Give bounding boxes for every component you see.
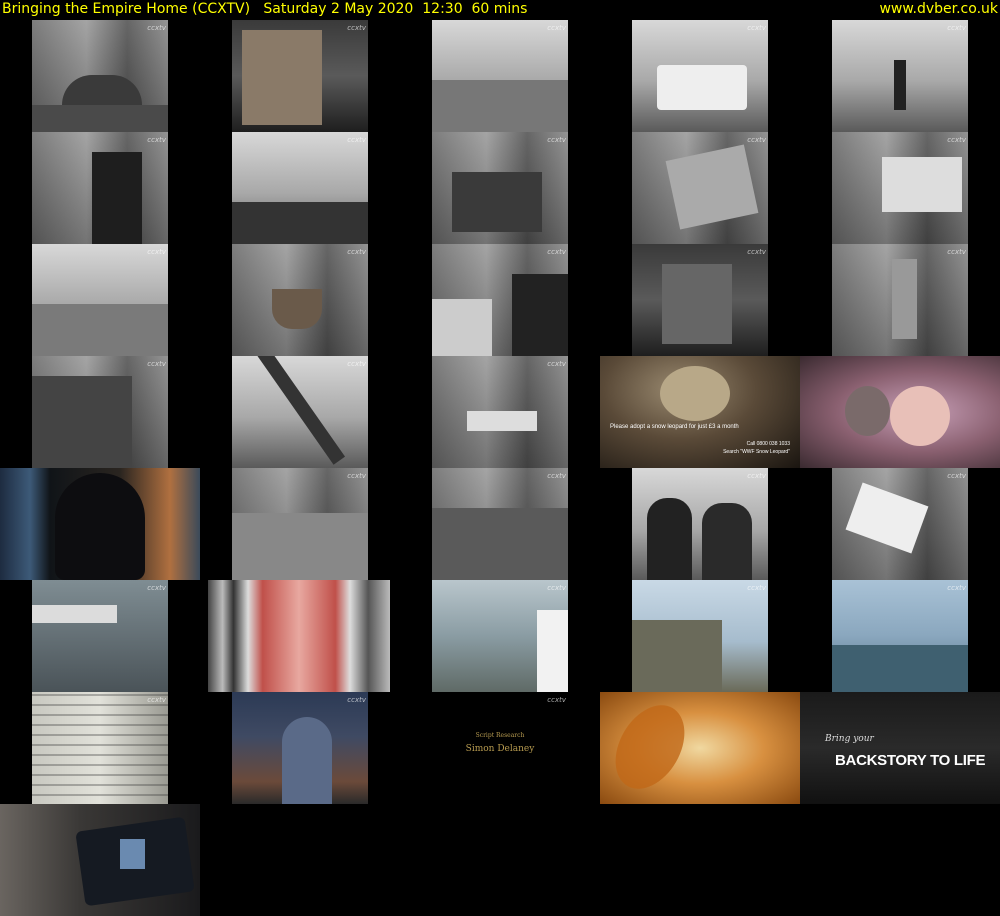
channel-logo: ccxtv	[947, 472, 966, 480]
channel-logo: ccxtv	[147, 584, 166, 592]
thumbnail-r2c3[interactable]: ccxtv	[432, 132, 568, 244]
channel-logo: ccxtv	[947, 136, 966, 144]
thumbnail-r3c4[interactable]: ccxtv	[632, 244, 768, 356]
broadcast-date: Saturday 2 May 2020	[263, 1, 414, 17]
thumbnail-r2c5[interactable]: ccxtv	[832, 132, 968, 244]
credit-name: Simon Delaney	[465, 744, 535, 754]
thumbnail-r6c1[interactable]: ccxtv	[32, 580, 168, 692]
thumbnail-r5c2[interactable]: ccxtv	[232, 468, 368, 580]
channel-logo: ccxtv	[147, 136, 166, 144]
thumbnail-r1c3[interactable]: ccxtv	[432, 20, 568, 132]
ad-search: Search "WWF Snow Leopard"	[723, 449, 790, 455]
channel-logo: ccxtv	[147, 24, 166, 32]
channel-logo: ccxtv	[747, 248, 766, 256]
channel-logo: ccxtv	[347, 136, 366, 144]
thumbnail-r3c3[interactable]: ccxtv	[432, 244, 568, 356]
thumbnail-r4c5-ad[interactable]	[800, 356, 1000, 468]
thumbnail-r2c1[interactable]: ccxtv	[32, 132, 168, 244]
channel-logo: ccxtv	[947, 248, 966, 256]
site-link[interactable]: www.dvber.co.uk	[879, 0, 998, 19]
thumbnail-r6c2[interactable]	[208, 580, 390, 692]
thumbnail-r7c3-credits[interactable]: Script Research Simon Delaney ccxtv	[432, 692, 568, 804]
channel-logo: ccxtv	[547, 472, 566, 480]
thumbnail-r6c4[interactable]: ccxtv	[632, 580, 768, 692]
channel-logo: ccxtv	[547, 24, 566, 32]
channel-logo: ccxtv	[947, 584, 966, 592]
ad-phone: Call 0800 038 1033	[746, 441, 790, 447]
thumbnail-r5c3[interactable]: ccxtv	[432, 468, 568, 580]
ad-tagline-script: Bring your	[825, 734, 874, 744]
ad-caption: Please adopt a snow leopard for just £3 …	[610, 424, 739, 430]
channel-logo: ccxtv	[547, 360, 566, 368]
thumbnail-r4c4-ad-leopard[interactable]: Please adopt a snow leopard for just £3 …	[600, 356, 800, 468]
thumbnail-r3c2[interactable]: ccxtv	[232, 244, 368, 356]
thumbnail-r8c1-ad[interactable]	[0, 804, 200, 916]
credit-role: Script Research	[475, 732, 525, 739]
thumbnail-r1c2[interactable]: ccxtv	[232, 20, 368, 132]
channel-logo: ccxtv	[347, 360, 366, 368]
thumbnail-r2c4[interactable]: ccxtv	[632, 132, 768, 244]
channel-logo: ccxtv	[747, 584, 766, 592]
thumbnail-r7c1[interactable]: ccxtv	[32, 692, 168, 804]
thumbnail-r2c2[interactable]: ccxtv	[232, 132, 368, 244]
channel-logo: ccxtv	[747, 136, 766, 144]
thumbnail-r3c5[interactable]: ccxtv	[832, 244, 968, 356]
thumbnail-r5c5[interactable]: ccxtv	[832, 468, 968, 580]
thumbnail-r1c4[interactable]: ccxtv	[632, 20, 768, 132]
thumbnail-r4c2[interactable]: ccxtv	[232, 356, 368, 468]
thumbnail-r7c4-ad[interactable]	[600, 692, 800, 804]
channel-logo: ccxtv	[347, 472, 366, 480]
channel-logo: ccxtv	[147, 696, 166, 704]
channel-logo: ccxtv	[547, 584, 566, 592]
thumbnail-r7c2[interactable]: ccxtv	[232, 692, 368, 804]
thumbnail-r3c1[interactable]: ccxtv	[32, 244, 168, 356]
thumbnail-grid: ccxtv ccxtv ccxtv ccxtv ccxtv ccxtv ccxt…	[0, 20, 1000, 916]
channel-logo: ccxtv	[547, 696, 566, 704]
channel-logo: ccxtv	[947, 24, 966, 32]
programme-duration: 60 mins	[471, 1, 528, 17]
channel-logo: ccxtv	[547, 136, 566, 144]
channel-logo: ccxtv	[747, 472, 766, 480]
thumbnail-r6c3[interactable]: ccxtv	[432, 580, 568, 692]
channel-logo: ccxtv	[347, 24, 366, 32]
channel-logo: ccxtv	[347, 696, 366, 704]
programme-title: Bringing the Empire Home (CCXTV)	[2, 1, 251, 17]
channel-logo: ccxtv	[147, 248, 166, 256]
thumbnail-r6c5[interactable]: ccxtv	[832, 580, 968, 692]
thumbnail-r4c1[interactable]: ccxtv	[32, 356, 168, 468]
broadcast-time: 12:30	[422, 1, 463, 17]
channel-logo: ccxtv	[147, 360, 166, 368]
thumbnail-r1c5[interactable]: ccxtv	[832, 20, 968, 132]
programme-info: Bringing the Empire Home (CCXTV) Saturda…	[2, 0, 527, 19]
ad-headline: BACKSTORY TO LIFE	[835, 752, 986, 769]
channel-logo: ccxtv	[547, 248, 566, 256]
thumbnail-r5c1[interactable]	[0, 468, 200, 580]
channel-logo: ccxtv	[747, 24, 766, 32]
thumbnail-r5c4[interactable]: ccxtv	[632, 468, 768, 580]
header-bar: Bringing the Empire Home (CCXTV) Saturda…	[0, 0, 1000, 20]
thumbnail-r4c3[interactable]: ccxtv	[432, 356, 568, 468]
thumbnail-r7c5-ad-backstory[interactable]: Bring your BACKSTORY TO LIFE	[800, 692, 1000, 804]
channel-logo: ccxtv	[347, 248, 366, 256]
thumbnail-r1c1[interactable]: ccxtv	[32, 20, 168, 132]
